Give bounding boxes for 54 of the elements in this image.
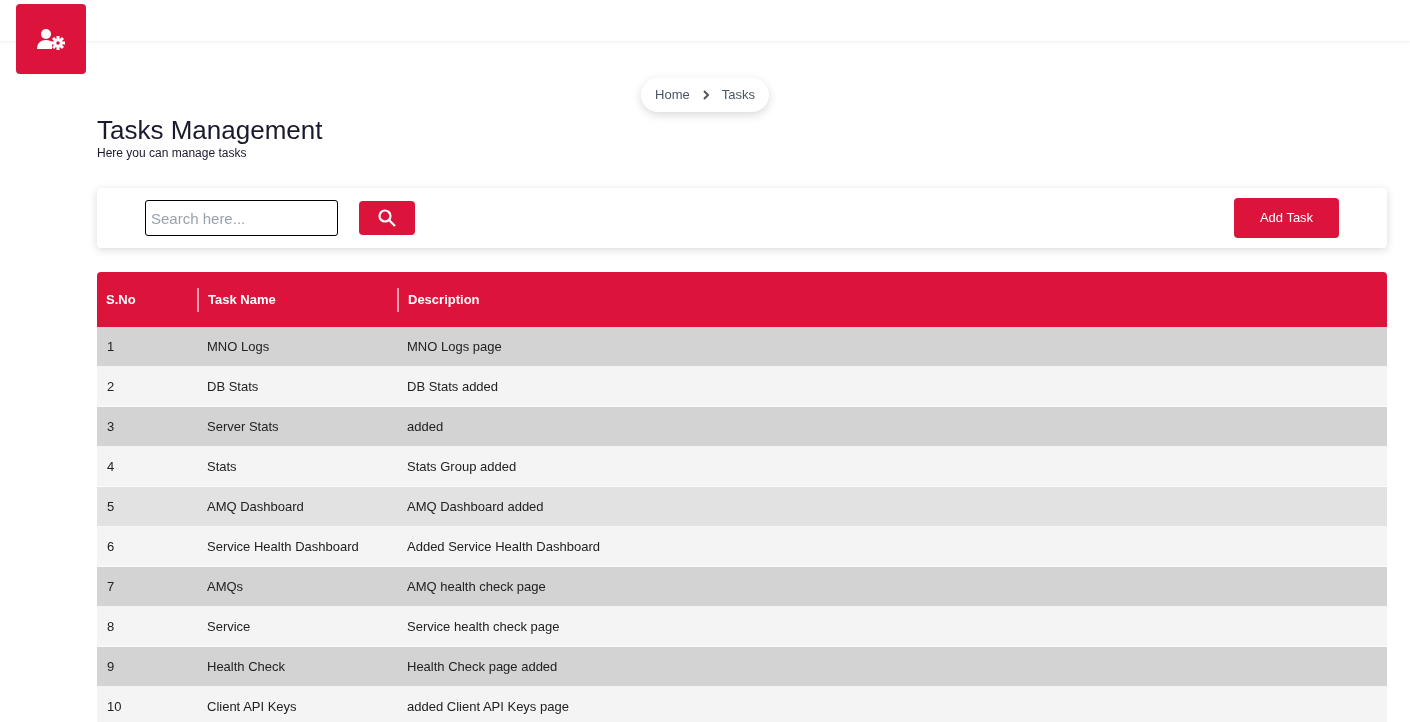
search-field[interactable]: Search here... (145, 200, 338, 236)
table-cell: Service (207, 618, 251, 634)
table-cell: 7 (107, 578, 115, 594)
table-row[interactable]: 4 Stats Stats Group added (97, 447, 1387, 487)
table-cell: AMQ Dashboard (207, 498, 304, 514)
table-row[interactable]: 6 Service Health Dashboard Added Service Health Dashboard (97, 527, 1387, 567)
column-header: Description (408, 290, 480, 309)
table-cell: Service Health Dashboard (207, 538, 359, 554)
column-header: S.No (106, 290, 136, 309)
table-row[interactable]: 10 Client API Keys added Client API Keys page (97, 687, 1387, 722)
table-cell: Stats Group added (407, 458, 517, 474)
table-cell: added Client API Keys page (407, 698, 569, 714)
table-row[interactable]: 1 MNO Logs MNO Logs page (97, 327, 1387, 367)
table-cell: 8 (107, 618, 115, 634)
table-cell: MNO Logs (207, 338, 270, 354)
table-cell: MNO Logs page (407, 338, 502, 354)
table-cell: 9 (107, 658, 115, 674)
table-cell: 2 (107, 378, 115, 394)
table-cell: DB Stats added (407, 378, 499, 394)
table-cell: 3 (107, 418, 115, 434)
table-cell: Added Service Health Dashboard (407, 538, 600, 554)
table-cell: added (407, 418, 444, 434)
table-cell: Health Check page added (407, 658, 558, 674)
user-settings-icon (36, 28, 66, 50)
search-button[interactable] (359, 201, 415, 235)
add-task-button[interactable]: Add Task (1234, 198, 1339, 238)
table-row[interactable]: 7 AMQs AMQ health check page (97, 567, 1387, 607)
breadcrumb-link[interactable]: Tasks (721, 85, 755, 105)
table-cell: 10 (107, 698, 122, 714)
table-cell: DB Stats (207, 378, 259, 394)
table-cell: Server Stats (207, 418, 279, 434)
logo-tile[interactable] (16, 4, 86, 74)
table-cell: AMQ Dashboard added (407, 498, 544, 514)
table-cell: 1 (107, 338, 115, 354)
table-cell: Service health check page (407, 618, 560, 634)
page-title: Tasks Management (97, 116, 324, 144)
search-icon (378, 209, 396, 227)
table-row[interactable]: 5 AMQ Dashboard AMQ Dashboard added (97, 487, 1387, 527)
table-cell: 5 (107, 498, 115, 514)
table-cell: AMQs (207, 578, 244, 594)
table-row[interactable]: 3 Server Stats added (97, 407, 1387, 447)
page-subtitle: Here you can manage tasks (97, 145, 248, 162)
column-header: Task Name (208, 290, 276, 309)
table-cell: Client API Keys (207, 698, 297, 714)
chevron-right-icon (701, 90, 710, 100)
breadcrumb-link[interactable]: Home (655, 85, 690, 105)
table-cell: AMQ health check page (407, 578, 546, 594)
table-cell: Stats (207, 458, 237, 474)
table-cell: 6 (107, 538, 115, 554)
table-row[interactable]: 9 Health Check Health Check page added (97, 647, 1387, 687)
table-row[interactable]: 2 DB Stats DB Stats added (97, 367, 1387, 407)
table-cell: 4 (107, 458, 115, 474)
table-row[interactable]: 8 Service Service health check page (97, 607, 1387, 647)
table-cell: Health Check (207, 658, 286, 674)
